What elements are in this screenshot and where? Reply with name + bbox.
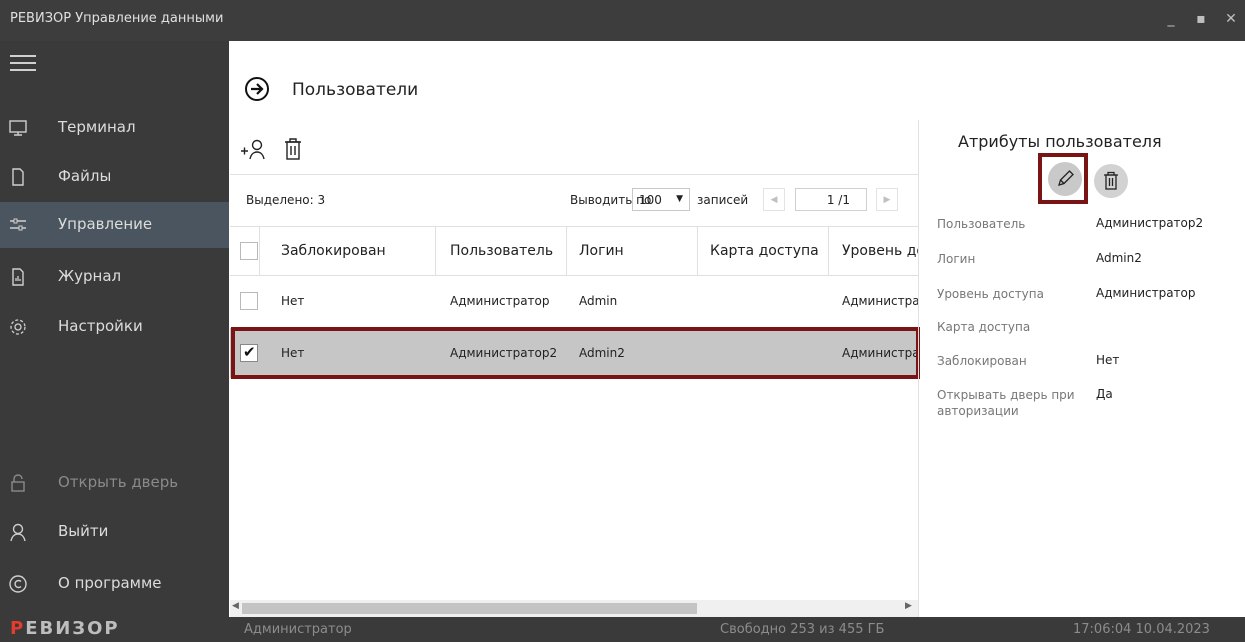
add-user-icon[interactable] <box>240 138 268 160</box>
attr-label-open-door: Открывать дверь при авторизации <box>937 388 1075 418</box>
table-header: Заблокирован Пользователь Логин Карта до… <box>230 226 918 276</box>
attr-label-login: Логин <box>937 252 976 266</box>
divider <box>230 174 918 175</box>
horizontal-scrollbar[interactable]: ◀ ▶ <box>230 600 918 617</box>
delete-button[interactable] <box>1094 164 1128 198</box>
terminal-icon <box>9 120 27 136</box>
sliders-icon <box>10 218 26 231</box>
sidebar-item-journal[interactable]: Журнал <box>0 254 229 300</box>
selected-count: Выделено: 3 <box>246 193 326 207</box>
attr-label-user: Пользователь <box>937 217 1026 231</box>
files-icon <box>12 168 24 186</box>
sidebar-item-label: Выйти <box>58 522 109 540</box>
column-header-level[interactable]: Уровень до <box>829 227 918 275</box>
open-door-button[interactable]: Открыть дверь <box>0 460 229 506</box>
selected-row-highlight <box>231 327 920 379</box>
title-bar: РЕВИЗОР Управление данными _ ▪ ✕ <box>0 0 1245 41</box>
copyright-icon <box>9 575 27 593</box>
attr-value-login: Admin2 <box>1096 251 1142 265</box>
delete-user-icon[interactable] <box>283 137 303 161</box>
row-checkbox[interactable] <box>240 292 258 310</box>
page-title: Пользователи <box>292 80 419 100</box>
trash-icon <box>1104 171 1118 190</box>
next-page-button[interactable]: ▶ <box>876 188 898 211</box>
chevron-down-icon: ▼ <box>676 194 683 204</box>
clock: 17:06:04 10.04.2023 <box>1073 622 1210 637</box>
edit-button-highlight <box>1038 153 1088 204</box>
person-icon <box>10 523 26 542</box>
sidebar-item-terminal[interactable]: Терминал <box>0 105 229 151</box>
window-title: РЕВИЗОР Управление данными <box>10 11 224 26</box>
sidebar-item-management[interactable]: Управление <box>0 202 229 248</box>
sidebar-item-label: Терминал <box>58 118 136 136</box>
sidebar-item-label: Настройки <box>58 317 143 335</box>
table-row[interactable]: Нет Администратор Admin Администра <box>230 276 918 326</box>
sidebar: Терминал Файлы Управление Журнал Настрой… <box>0 41 229 617</box>
sidebar-item-label: Журнал <box>58 267 122 285</box>
maximize-icon[interactable]: ▪ <box>1190 8 1212 30</box>
minimize-icon[interactable]: _ <box>1160 8 1182 30</box>
page-indicator[interactable]: 1 /1 <box>795 188 867 211</box>
sidebar-item-label: Открыть дверь <box>58 473 179 491</box>
per-page-value: 100 <box>639 193 662 207</box>
cell-level: Администра <box>842 294 918 308</box>
column-header-blocked[interactable]: Заблокирован <box>260 227 436 275</box>
column-header-card[interactable]: Карта доступа <box>698 227 829 275</box>
attr-label-level: Уровень доступа <box>937 287 1044 301</box>
panel-divider <box>918 120 919 617</box>
gear-icon <box>10 319 26 335</box>
per-page-select[interactable]: 100 ▼ <box>632 188 690 211</box>
attr-value-level: Администратор <box>1096 286 1196 300</box>
journal-icon <box>12 268 24 286</box>
attributes-title: Атрибуты пользователя <box>958 132 1162 151</box>
cell-login: Admin <box>579 294 618 308</box>
column-header-login[interactable]: Логин <box>567 227 698 275</box>
sidebar-item-settings[interactable]: Настройки <box>0 304 229 350</box>
attr-label-card: Карта доступа <box>937 320 1031 334</box>
cell-blocked: Нет <box>281 294 305 308</box>
app-logo: РЕВИЗОР <box>10 618 120 639</box>
sidebar-item-files[interactable]: Файлы <box>0 154 229 200</box>
hamburger-menu-icon[interactable] <box>10 55 36 73</box>
column-header-user[interactable]: Пользователь <box>436 227 567 275</box>
about-button[interactable]: О программе <box>0 561 229 607</box>
lock-icon <box>11 474 25 492</box>
cell-user: Администратор <box>450 294 550 308</box>
attr-value-blocked: Нет <box>1096 353 1120 367</box>
navigate-arrow-icon[interactable] <box>245 77 269 101</box>
prev-page-button[interactable]: ◀ <box>763 188 785 211</box>
scroll-right-icon[interactable]: ▶ <box>905 601 912 611</box>
scrollbar-thumb[interactable] <box>242 603 697 614</box>
current-user: Администратор <box>244 622 352 637</box>
scroll-left-icon[interactable]: ◀ <box>232 601 239 611</box>
attr-label-blocked: Заблокирован <box>937 354 1027 368</box>
status-bar: РЕВИЗОР Администратор Свободно 253 из 45… <box>0 617 1245 642</box>
logout-button[interactable]: Выйти <box>0 509 229 555</box>
sidebar-item-label: Файлы <box>58 167 112 185</box>
sidebar-item-label: О программе <box>58 574 162 592</box>
records-label: записей <box>697 193 749 207</box>
attr-value-open-door: Да <box>1096 387 1113 401</box>
select-all-checkbox[interactable] <box>240 242 258 260</box>
close-icon[interactable]: ✕ <box>1220 8 1242 30</box>
users-table: Заблокирован Пользователь Логин Карта до… <box>230 226 918 606</box>
attr-value-user: Администратор2 <box>1096 216 1204 230</box>
sidebar-item-label: Управление <box>58 215 153 233</box>
disk-free: Свободно 253 из 455 ГБ <box>720 622 885 637</box>
